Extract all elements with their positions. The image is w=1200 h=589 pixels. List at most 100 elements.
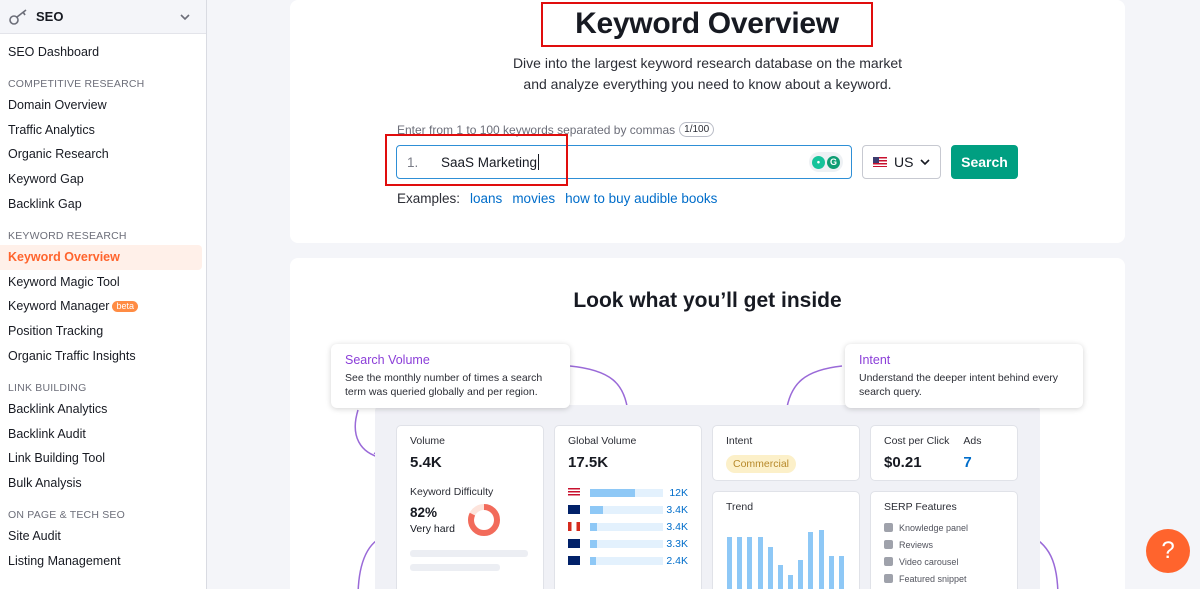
sidebar-item-backlink-audit[interactable]: Backlink Audit: [0, 422, 206, 447]
page-subtitle: Dive into the largest keyword research d…: [440, 53, 975, 95]
global-volume-row: 3.4K: [568, 501, 688, 518]
volume-bar-value: 3.4K: [666, 503, 688, 516]
global-volume-row: 3.3K: [568, 535, 688, 552]
trend-card: Trend: [712, 491, 860, 589]
cpc-ads-row: Cost per Click $0.21 Ads 7: [884, 435, 1004, 471]
serp-feature-icon: [884, 523, 893, 532]
cpc-value: $0.21: [884, 454, 922, 471]
difficulty-level: Very hard: [410, 523, 455, 535]
us-flag-icon: [568, 488, 580, 497]
global-volume-row: 3.4K: [568, 518, 688, 535]
serp-feature-label: Reviews: [899, 539, 934, 550]
serp-feature-list: Knowledge panel Reviews Video carousel Feat…: [884, 519, 1004, 587]
volume-bar-value: 3.3K: [666, 537, 688, 550]
serp-feature-icon: [884, 540, 893, 549]
volume-bar-value: 12K: [669, 486, 688, 499]
example-link-loans[interactable]: loans: [470, 191, 502, 206]
tip-description: See the monthly number of times a search…: [345, 372, 543, 398]
volume-bar-value: 2.4K: [666, 554, 688, 567]
chevron-down-icon[interactable]: [180, 8, 190, 26]
help-button[interactable]: ?: [1146, 529, 1190, 573]
sidebar-item-traffic-analytics[interactable]: Traffic Analytics: [0, 118, 206, 143]
sidebar-item-bulk-analysis[interactable]: Bulk Analysis: [0, 471, 206, 496]
ads-label: Ads: [963, 435, 982, 447]
serp-feature-label: Knowledge panel: [899, 522, 969, 533]
sidebar-item-keyword-magic-tool[interactable]: Keyword Magic Tool: [0, 270, 206, 295]
sidebar-item-seo-dashboard[interactable]: SEO Dashboard: [0, 40, 206, 65]
chevron-down-icon: [920, 158, 931, 165]
skeleton-line: [410, 564, 500, 571]
trend-bar: [808, 532, 814, 589]
serp-feature-item: Knowledge panel: [884, 519, 1004, 536]
trend-bar: [798, 559, 804, 589]
ads-value: 7: [963, 454, 972, 471]
sidebar-item-site-audit[interactable]: Site Audit: [0, 524, 206, 549]
global-volume-label: Global Volume: [568, 435, 637, 447]
sidebar-section-link-building: LINK BUILDING: [8, 381, 87, 394]
grammarly-icon: G: [827, 155, 840, 169]
global-volume-card: Global Volume 17.5K 12K 3.4K 3.4K 3.3K 2.4K: [554, 425, 702, 589]
sidebar-item-backlink-analytics[interactable]: Backlink Analytics: [0, 397, 206, 422]
serp-feature-item: Video carousel: [884, 553, 1004, 570]
serp-feature-label: Video carousel: [899, 556, 959, 567]
skeleton-line: [410, 550, 528, 557]
uk-flag-icon: [568, 505, 580, 514]
sidebar-item-organic-research[interactable]: Organic Research: [0, 142, 206, 167]
tip-title: Intent: [859, 353, 891, 367]
beta-badge: beta: [112, 301, 138, 313]
serp-feature-item: Featured snippet: [884, 570, 1004, 587]
trend-bar: [777, 565, 783, 589]
sidebar-item-position-tracking[interactable]: Position Tracking: [0, 319, 206, 344]
volume-bar-track: [590, 488, 663, 497]
serp-features-card: SERP Features Knowledge panel Reviews Vide…: [870, 491, 1018, 589]
grammarly-widget[interactable]: • G: [809, 152, 843, 172]
sidebar-item-backlink-gap[interactable]: Backlink Gap: [0, 192, 206, 217]
keyword-counter: 1/100: [679, 122, 715, 137]
sidebar-item-domain-overview[interactable]: Domain Overview: [0, 93, 206, 118]
intent-badge: Commercial: [726, 455, 797, 473]
tip-title: Search Volume: [345, 353, 430, 367]
trend-bar: [757, 537, 763, 589]
volume-value: 5.4K: [410, 454, 442, 471]
sidebar-item-label: Keyword Manager: [8, 299, 110, 314]
sidebar-item-organic-traffic-insights[interactable]: Organic Traffic Insights: [0, 344, 206, 369]
serp-feature-item: Reviews: [884, 536, 1004, 553]
volume-bar-track: [590, 539, 663, 548]
trend-chart: [726, 526, 848, 589]
trend-label: Trend: [726, 501, 754, 513]
example-link-movies[interactable]: movies: [512, 191, 555, 206]
difficulty-row: 82% Very hard: [410, 502, 502, 538]
tip-description: Understand the deeper intent behind ever…: [859, 372, 1059, 398]
preview-card: Look what you’ll get inside Search Volum…: [290, 258, 1125, 589]
volume-bar-value: 3.4K: [666, 520, 688, 533]
sidebar-item-keyword-gap[interactable]: Keyword Gap: [0, 167, 206, 192]
serp-feature-label: Featured snippet: [899, 573, 967, 584]
difficulty-value: 82%: [410, 505, 438, 520]
trend-bar: [838, 556, 844, 589]
serp-label: SERP Features: [884, 501, 957, 513]
examples-row: Examples: loans movies how to buy audibl…: [397, 191, 717, 206]
nz-flag-icon: [568, 556, 580, 565]
search-button[interactable]: Search: [951, 145, 1018, 179]
serp-feature-icon: [884, 557, 893, 566]
trend-bar: [767, 547, 773, 589]
sidebar-section-competitive-research: COMPETITIVE RESEARCH: [8, 77, 145, 90]
sidebar-item-keyword-overview[interactable]: Keyword Overview: [0, 244, 202, 270]
global-volume-row: 2.4K: [568, 552, 688, 569]
difficulty-donut: [468, 504, 500, 536]
sidebar-header[interactable]: SEO: [0, 0, 206, 34]
cpc-card: Cost per Click $0.21 Ads 7: [870, 425, 1018, 481]
country-select[interactable]: US: [862, 145, 941, 179]
examples-label: Examples:: [397, 191, 461, 206]
input-highlight-box: [385, 134, 568, 186]
sidebar-item-link-building-tool[interactable]: Link Building Tool: [0, 446, 206, 471]
volume-bar-fill: [590, 488, 636, 497]
global-volume-rows: 12K 3.4K 3.4K 3.3K 2.4K: [568, 484, 688, 569]
country-value: US: [894, 154, 914, 170]
global-volume-value: 17.5K: [568, 454, 609, 471]
sidebar-item-keyword-manager[interactable]: Keyword Manager beta: [0, 294, 206, 319]
seo-key-icon: [8, 8, 30, 26]
example-link-audible[interactable]: how to buy audible books: [565, 191, 717, 206]
sidebar-item-listing-management[interactable]: Listing Management: [0, 549, 206, 574]
trend-bar: [828, 556, 834, 589]
